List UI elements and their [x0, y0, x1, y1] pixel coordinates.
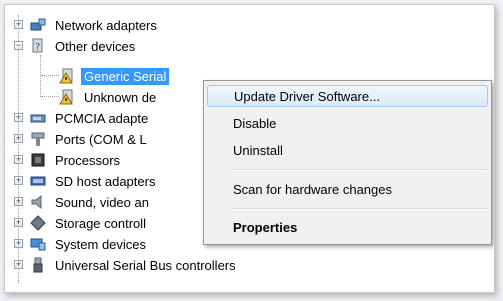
- menu-item-label: Scan for hardware changes: [233, 181, 392, 197]
- menu-item-label: Properties: [233, 219, 298, 235]
- device-manager-window: + Network adapters − ? Other devices Gen…: [4, 4, 495, 293]
- pcmcia-icon: [30, 110, 46, 126]
- tree-item-label: Universal Serial Bus controllers: [55, 257, 236, 273]
- sd-card-icon: [30, 173, 46, 189]
- expand-icon[interactable]: +: [14, 239, 23, 248]
- collapse-icon[interactable]: −: [14, 41, 23, 50]
- tree-item-label: PCMCIA adapte: [55, 110, 149, 126]
- expand-icon[interactable]: +: [14, 218, 23, 227]
- speaker-icon: [30, 194, 46, 210]
- storage-icon: [30, 215, 46, 231]
- expand-icon[interactable]: +: [14, 260, 23, 269]
- svg-text:?: ?: [35, 42, 40, 53]
- menu-item-label: Uninstall: [233, 142, 283, 158]
- menu-item-scan-hardware[interactable]: Scan for hardware changes: [207, 178, 488, 200]
- usb-icon: [30, 257, 46, 273]
- tree-item-label: Ports (COM & L: [55, 131, 147, 147]
- menu-item-label: Disable: [233, 115, 277, 131]
- tree-line: [41, 75, 59, 76]
- system-device-icon: [30, 236, 46, 252]
- menu-item-uninstall[interactable]: Uninstall: [207, 139, 488, 161]
- expand-icon[interactable]: +: [14, 155, 23, 164]
- expand-icon[interactable]: +: [14, 197, 23, 206]
- menu-item-label: Update Driver Software...: [234, 88, 380, 104]
- network-adapter-icon: [30, 17, 46, 33]
- processor-icon: [30, 152, 46, 168]
- tree-item-usb-controllers[interactable]: + Universal Serial Bus controllers: [14, 255, 239, 275]
- tree-item-sd-host-adapters[interactable]: + SD host adapters: [14, 171, 158, 191]
- unknown-device-icon: ?: [30, 38, 46, 54]
- menu-item-update-driver[interactable]: Update Driver Software...: [207, 85, 488, 107]
- warning-device-icon: [59, 89, 75, 105]
- menu-item-properties[interactable]: Properties: [207, 216, 488, 238]
- tree-item-ports[interactable]: + Ports (COM & L: [14, 129, 150, 149]
- tree-item-label: Storage controll: [55, 215, 147, 231]
- tree-item-network-adapters[interactable]: + Network adapters: [14, 15, 160, 35]
- expand-icon[interactable]: +: [14, 134, 23, 143]
- menu-separator: [232, 208, 487, 210]
- port-icon: [30, 131, 46, 147]
- tree-item-label: Generic Serial: [81, 67, 170, 85]
- warning-device-icon: [59, 68, 75, 84]
- tree-item-pcmcia[interactable]: + PCMCIA adapte: [14, 108, 151, 128]
- tree-item-label: Network adapters: [55, 17, 157, 33]
- tree-line: [41, 96, 59, 97]
- menu-item-disable[interactable]: Disable: [207, 112, 488, 134]
- tree-item-label: SD host adapters: [55, 173, 156, 189]
- tree-item-generic-serial[interactable]: Generic Serial: [59, 66, 170, 86]
- menu-separator: [232, 169, 487, 171]
- expand-icon[interactable]: +: [14, 176, 23, 185]
- tree-item-system-devices[interactable]: + System devices: [14, 234, 149, 254]
- expand-icon[interactable]: +: [14, 113, 23, 122]
- tree-item-label: Sound, video an: [55, 194, 149, 210]
- tree-item-sound[interactable]: + Sound, video an: [14, 192, 152, 212]
- context-menu: Update Driver Software... Disable Uninst…: [203, 80, 492, 245]
- tree-item-processors[interactable]: + Processors: [14, 150, 123, 170]
- expand-icon[interactable]: +: [14, 20, 23, 29]
- tree-item-label: Other devices: [55, 38, 136, 54]
- tree-item-storage-controllers[interactable]: + Storage controll: [14, 213, 149, 233]
- tree-item-unknown-device[interactable]: Unknown de: [59, 87, 159, 107]
- tree-item-other-devices[interactable]: − ? Other devices: [14, 36, 138, 56]
- tree-item-label: System devices: [55, 236, 147, 252]
- tree-line: [40, 55, 41, 97]
- tree-item-label: Processors: [55, 152, 121, 168]
- tree-item-label: Unknown de: [84, 89, 157, 105]
